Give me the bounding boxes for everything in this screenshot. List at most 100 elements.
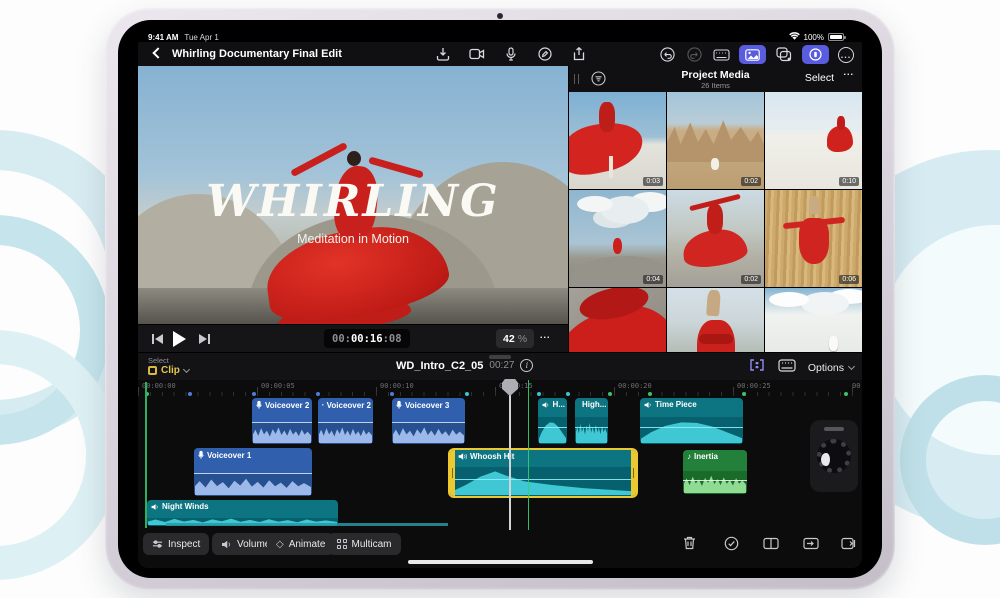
timecode-display[interactable]: 00: 00:16:08: [324, 329, 410, 348]
next-frame-icon[interactable]: [198, 334, 210, 344]
dancer-head: [347, 151, 361, 166]
delete-icon[interactable]: [680, 534, 698, 552]
keyframe-marker: [390, 392, 394, 396]
redo-icon[interactable]: [685, 46, 703, 64]
timeline-clip[interactable]: Voiceover 2: [318, 398, 373, 444]
undo-icon[interactable]: [658, 46, 676, 64]
record-video-icon[interactable]: [468, 45, 486, 63]
timeline-clip[interactable]: Voiceover 1: [194, 448, 312, 496]
media-thumbnail[interactable]: 0:04: [569, 190, 666, 287]
timeline-header: Select Clip WD_Intro_C2_05 00:27 i Optio…: [138, 352, 862, 380]
options-dropdown[interactable]: Options: [808, 362, 856, 374]
speaker-icon: [221, 540, 232, 549]
keyframe-marker: [252, 392, 256, 396]
play-icon[interactable]: [173, 331, 186, 347]
jog-grab-bar: [824, 427, 844, 431]
import-icon[interactable]: [434, 45, 452, 63]
video-viewer[interactable]: WHIRLING Meditation in Motion: [138, 66, 568, 324]
jog-pointer: [821, 453, 830, 466]
timeline-clip-duration: 00:27: [489, 360, 515, 371]
inspector-icon[interactable]: [802, 45, 829, 64]
keyframe-marker: [188, 392, 192, 396]
viewer-more-icon[interactable]: ...: [540, 331, 551, 340]
timeline-clip-name: WD_Intro_C2_05: [396, 359, 484, 372]
ipad-device: 9:41 AM Tue Apr 1 100% Whirling Document…: [105, 8, 895, 590]
media-thumbnail[interactable]: [569, 288, 666, 352]
back-chevron-icon[interactable]: [152, 47, 164, 59]
dancer-arm-left: [289, 141, 349, 178]
project-title: Whirling Documentary Final Edit: [172, 48, 342, 60]
front-camera: [497, 13, 503, 19]
connect-clip-icon[interactable]: [762, 534, 780, 552]
media-panel-header: Project Media 26 Items Select ...: [569, 66, 862, 92]
trim-handle-right[interactable]: [631, 450, 636, 496]
timeline-ruler[interactable]: 00:00:00 00:00:05 00:00:10 00:00:15 00:0…: [138, 380, 862, 396]
keyframe-marker: [566, 392, 570, 396]
insert-clip-icon[interactable]: [802, 534, 820, 552]
keyboard-icon[interactable]: [712, 46, 730, 64]
music-note-icon: ♪: [687, 452, 691, 461]
more-menu-icon[interactable]: ...: [838, 46, 854, 63]
media-browser-icon[interactable]: [739, 45, 766, 64]
media-thumbnail[interactable]: 0:02: [667, 190, 764, 287]
clip-duration-badge: 0:02: [741, 177, 761, 186]
timeline-overview-icon[interactable]: [748, 358, 766, 377]
info-icon[interactable]: i: [520, 359, 534, 372]
timeline-clip[interactable]: Voiceover 3: [392, 398, 465, 444]
live-drawing-icon[interactable]: [536, 45, 554, 63]
timeline-clip-selected[interactable]: Whoosh Hit: [448, 448, 638, 498]
timeline-clip[interactable]: High...: [575, 398, 608, 444]
append-clip-icon[interactable]: [840, 534, 858, 552]
clips-overlay-icon[interactable]: [775, 46, 793, 64]
timeline-mode-label: Select: [148, 356, 169, 365]
clip-fade-strip: [166, 523, 448, 526]
keyframe-marker: [465, 392, 469, 396]
ruler-label: 00:00:10: [380, 382, 414, 390]
media-panel: Project Media 26 Items Select ... 0:03 0…: [569, 66, 862, 352]
wifi-icon: [788, 32, 800, 42]
status-date: Tue Apr 1: [184, 33, 219, 42]
playhead-line[interactable]: [509, 382, 511, 530]
keyframe-marker: [316, 392, 320, 396]
clip-duration-badge: 0:03: [643, 177, 663, 186]
chevron-down-icon: [182, 365, 190, 374]
media-thumbnail[interactable]: 0:10: [765, 92, 862, 189]
inspect-icon: [152, 539, 163, 549]
ruler-label: 00:00:05: [261, 382, 295, 390]
select-button[interactable]: Select: [805, 72, 834, 84]
record-voiceover-icon[interactable]: [502, 45, 520, 63]
keyframe-diamond-icon: ◇: [276, 538, 284, 550]
keyframe-marker: [844, 392, 848, 396]
clip-appearance-icon[interactable]: [778, 358, 796, 377]
ruler-label: 00:00:30: [852, 382, 862, 390]
clip-duration-badge: 0:10: [839, 177, 859, 186]
media-thumbnail[interactable]: 0:02: [667, 92, 764, 189]
jog-wheel[interactable]: [810, 420, 858, 492]
media-more-icon[interactable]: ...: [843, 68, 854, 77]
trim-handle-left[interactable]: [450, 450, 455, 496]
timeline-clip[interactable]: Time Piece: [640, 398, 743, 444]
media-thumbnail[interactable]: 0:03: [569, 92, 666, 189]
app-toolbar: Whirling Documentary Final Edit ...: [138, 42, 862, 66]
multicam-button[interactable]: Multicam: [328, 533, 401, 555]
ruler-label: 00:00:00: [142, 382, 176, 390]
share-icon[interactable]: [570, 45, 588, 63]
keyframe-marker: [648, 392, 652, 396]
inspect-button[interactable]: Inspect: [143, 533, 210, 555]
timeline-clip[interactable]: ♪ Inertia: [683, 450, 747, 494]
animate-button[interactable]: ◇ Animate: [267, 533, 335, 555]
timeline-clip[interactable]: Voiceover 2: [252, 398, 312, 444]
approve-check-icon[interactable]: [722, 534, 740, 552]
media-thumbnail[interactable]: [667, 288, 764, 352]
keyframe-marker: [537, 392, 541, 396]
timeline-clip[interactable]: H...: [538, 398, 567, 444]
tool-selector[interactable]: Clip: [148, 365, 190, 376]
home-indicator[interactable]: [408, 560, 593, 564]
media-thumbnail[interactable]: 0:06: [765, 190, 862, 287]
previous-frame-icon[interactable]: [152, 334, 164, 344]
ruler-label: 00:00:25: [737, 382, 771, 390]
zoom-level-control[interactable]: 42 %: [496, 329, 535, 348]
skimmer-line: [528, 380, 529, 530]
media-thumbnail[interactable]: [765, 288, 862, 352]
clip-duration-badge: 0:04: [643, 275, 663, 284]
